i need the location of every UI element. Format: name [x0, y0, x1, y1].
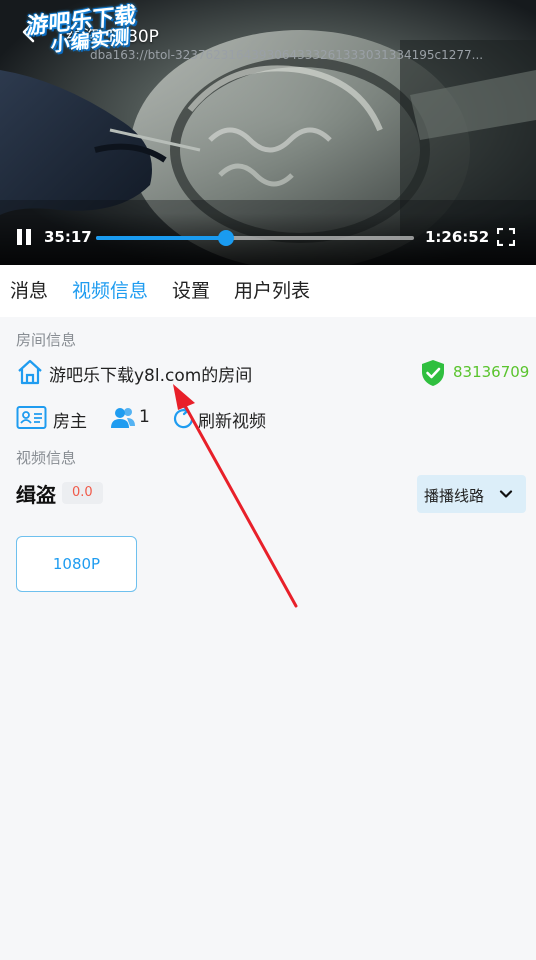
refresh-icon[interactable] [172, 405, 196, 431]
user-count: 1 [139, 407, 150, 427]
tab-messages[interactable]: 消息 [10, 265, 48, 317]
seek-bar-handle[interactable] [218, 230, 235, 246]
room-actions-row: 房主 1 刷新视频 [16, 403, 526, 433]
fullscreen-icon[interactable] [497, 228, 515, 246]
seek-bar[interactable] [96, 230, 414, 246]
video-info-panel: 房间信息 游吧乐下载y8l.com的房间 83136709 房主 1 刷新视频 … [0, 317, 536, 960]
room-row: 游吧乐下载y8l.com的房间 83136709 [16, 357, 530, 387]
tab-user-list[interactable]: 用户列表 [234, 265, 310, 317]
host-id-card-icon [16, 406, 47, 429]
video-name: 缉盗 [16, 483, 56, 507]
video-player[interactable]: 游吧乐下载 小编实测 缉盗 1080P dba163://btol-323762… [0, 0, 536, 265]
room-info-heading: 房间信息 [16, 331, 77, 349]
video-title-row: 缉盗 0.0 播播线路 [16, 475, 526, 515]
tab-settings[interactable]: 设置 [172, 265, 210, 317]
refresh-video-button[interactable]: 刷新视频 [198, 407, 266, 432]
player-controls: 35:17 1:26:52 [0, 213, 536, 265]
room-name: 游吧乐下载y8l.com的房间 [49, 366, 253, 386]
seek-bar-progress [96, 236, 227, 240]
score-badge: 0.0 [62, 482, 103, 504]
quality-1080p-button[interactable]: 1080P [16, 536, 137, 592]
users-icon [111, 408, 135, 428]
route-dropdown[interactable]: 播播线路 [417, 475, 526, 513]
chevron-down-icon [499, 490, 513, 498]
host-label: 房主 [53, 412, 87, 432]
verified-shield-icon [422, 360, 444, 386]
tab-video-info[interactable]: 视频信息 [72, 265, 148, 317]
current-time: 35:17 [44, 228, 92, 246]
stream-url: dba163://btol-32376231643930643332613330… [90, 48, 484, 62]
video-info-heading: 视频信息 [16, 449, 77, 467]
total-time: 1:26:52 [425, 228, 490, 246]
pause-icon[interactable] [16, 228, 34, 246]
room-id: 83136709 [453, 363, 530, 381]
route-dropdown-label: 播播线路 [424, 487, 485, 505]
tab-bar: 消息 视频信息 设置 用户列表 [0, 265, 536, 317]
home-icon [18, 359, 42, 385]
